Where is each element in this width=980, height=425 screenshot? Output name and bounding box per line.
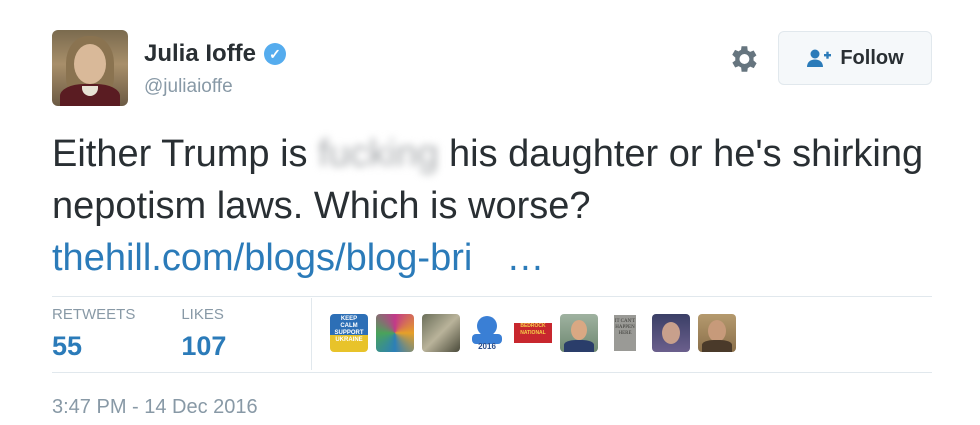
liker-mascot — [477, 316, 497, 336]
liker-body — [702, 340, 732, 352]
verified-badge-icon: ✓ — [264, 43, 287, 65]
tweet-link[interactable]: thehill.com/blogs/blog-bri … — [52, 232, 544, 284]
liker-text-line: IT CAN'T — [614, 319, 636, 324]
liker-text-line: 2016 — [478, 342, 496, 351]
liker-avatar[interactable]: BEDROCK NATIONAL — [514, 314, 552, 352]
retweets-count: 55 — [52, 331, 83, 361]
author-name[interactable]: Julia Ioffe — [144, 40, 256, 68]
tweet-timestamp[interactable]: 3:47 PM - 14 Dec 2016 — [52, 396, 258, 419]
liker-text-line: CALM — [340, 323, 358, 329]
tweet-link-url[interactable]: thehill.com/blogs/blog-bri — [52, 237, 472, 279]
follow-button[interactable]: Follow — [778, 31, 932, 85]
liker-avatar-text: IT CAN'T HAPPEN HERE — [614, 315, 636, 351]
censored-word: fucking — [318, 133, 439, 175]
follow-label: Follow — [840, 46, 904, 69]
likes-stat[interactable]: LIKES 107 — [181, 306, 226, 362]
liker-text-line: SUPPORT — [334, 330, 364, 336]
author-name-row[interactable]: Julia Ioffe ✓ — [144, 40, 287, 68]
liker-face — [571, 320, 587, 340]
liker-avatar[interactable]: 2016 — [468, 314, 506, 352]
likes-label: LIKES — [181, 306, 224, 323]
liker-text-line: HAPPEN — [615, 325, 635, 330]
author-avatar[interactable] — [52, 30, 128, 106]
liker-avatar[interactable] — [560, 314, 598, 352]
liker-text-line: HERE — [618, 331, 632, 336]
liker-avatars: KEEP CALM SUPPORT UKRAINE 2016 BEDROCK NATIO… — [330, 314, 736, 352]
liker-avatar[interactable] — [652, 314, 690, 352]
liker-avatar[interactable]: KEEP CALM SUPPORT UKRAINE — [330, 314, 368, 352]
tweet-stats: RETWEETS 55 LIKES 107 — [52, 306, 226, 362]
link-ellipsis: … — [506, 237, 545, 279]
liker-face — [662, 322, 680, 344]
stats-top-divider — [52, 296, 932, 297]
liker-text-line: NATIONAL — [520, 330, 546, 336]
author-handle[interactable]: @juliaioffe — [144, 76, 233, 98]
liker-text-line: KEEP — [340, 316, 358, 322]
retweets-stat[interactable]: RETWEETS 55 — [52, 306, 135, 362]
liker-avatar-text: BEDROCK NATIONAL — [514, 323, 552, 343]
stats-separator — [311, 298, 312, 370]
liker-body — [564, 340, 594, 352]
liker-avatar[interactable]: IT CAN'T HAPPEN HERE — [606, 314, 644, 352]
liker-avatar[interactable] — [422, 314, 460, 352]
tweet-text-part: Either Trump is — [52, 133, 319, 175]
likes-count: 107 — [181, 331, 227, 361]
liker-face — [708, 320, 726, 342]
retweets-label: RETWEETS — [52, 306, 136, 323]
liker-avatar-text: KEEP CALM SUPPORT UKRAINE — [330, 316, 368, 344]
liker-avatar[interactable] — [376, 314, 414, 352]
stats-bottom-divider — [52, 372, 932, 373]
liker-text-line: BEDROCK — [520, 323, 546, 329]
tweet-text: Either Trump is fucking his daughter or … — [52, 128, 942, 232]
avatar-face — [74, 44, 106, 84]
liker-text-line: UKRAINE — [335, 337, 363, 343]
add-user-icon — [807, 49, 832, 67]
gear-icon[interactable] — [726, 42, 760, 76]
liker-avatar[interactable] — [698, 314, 736, 352]
